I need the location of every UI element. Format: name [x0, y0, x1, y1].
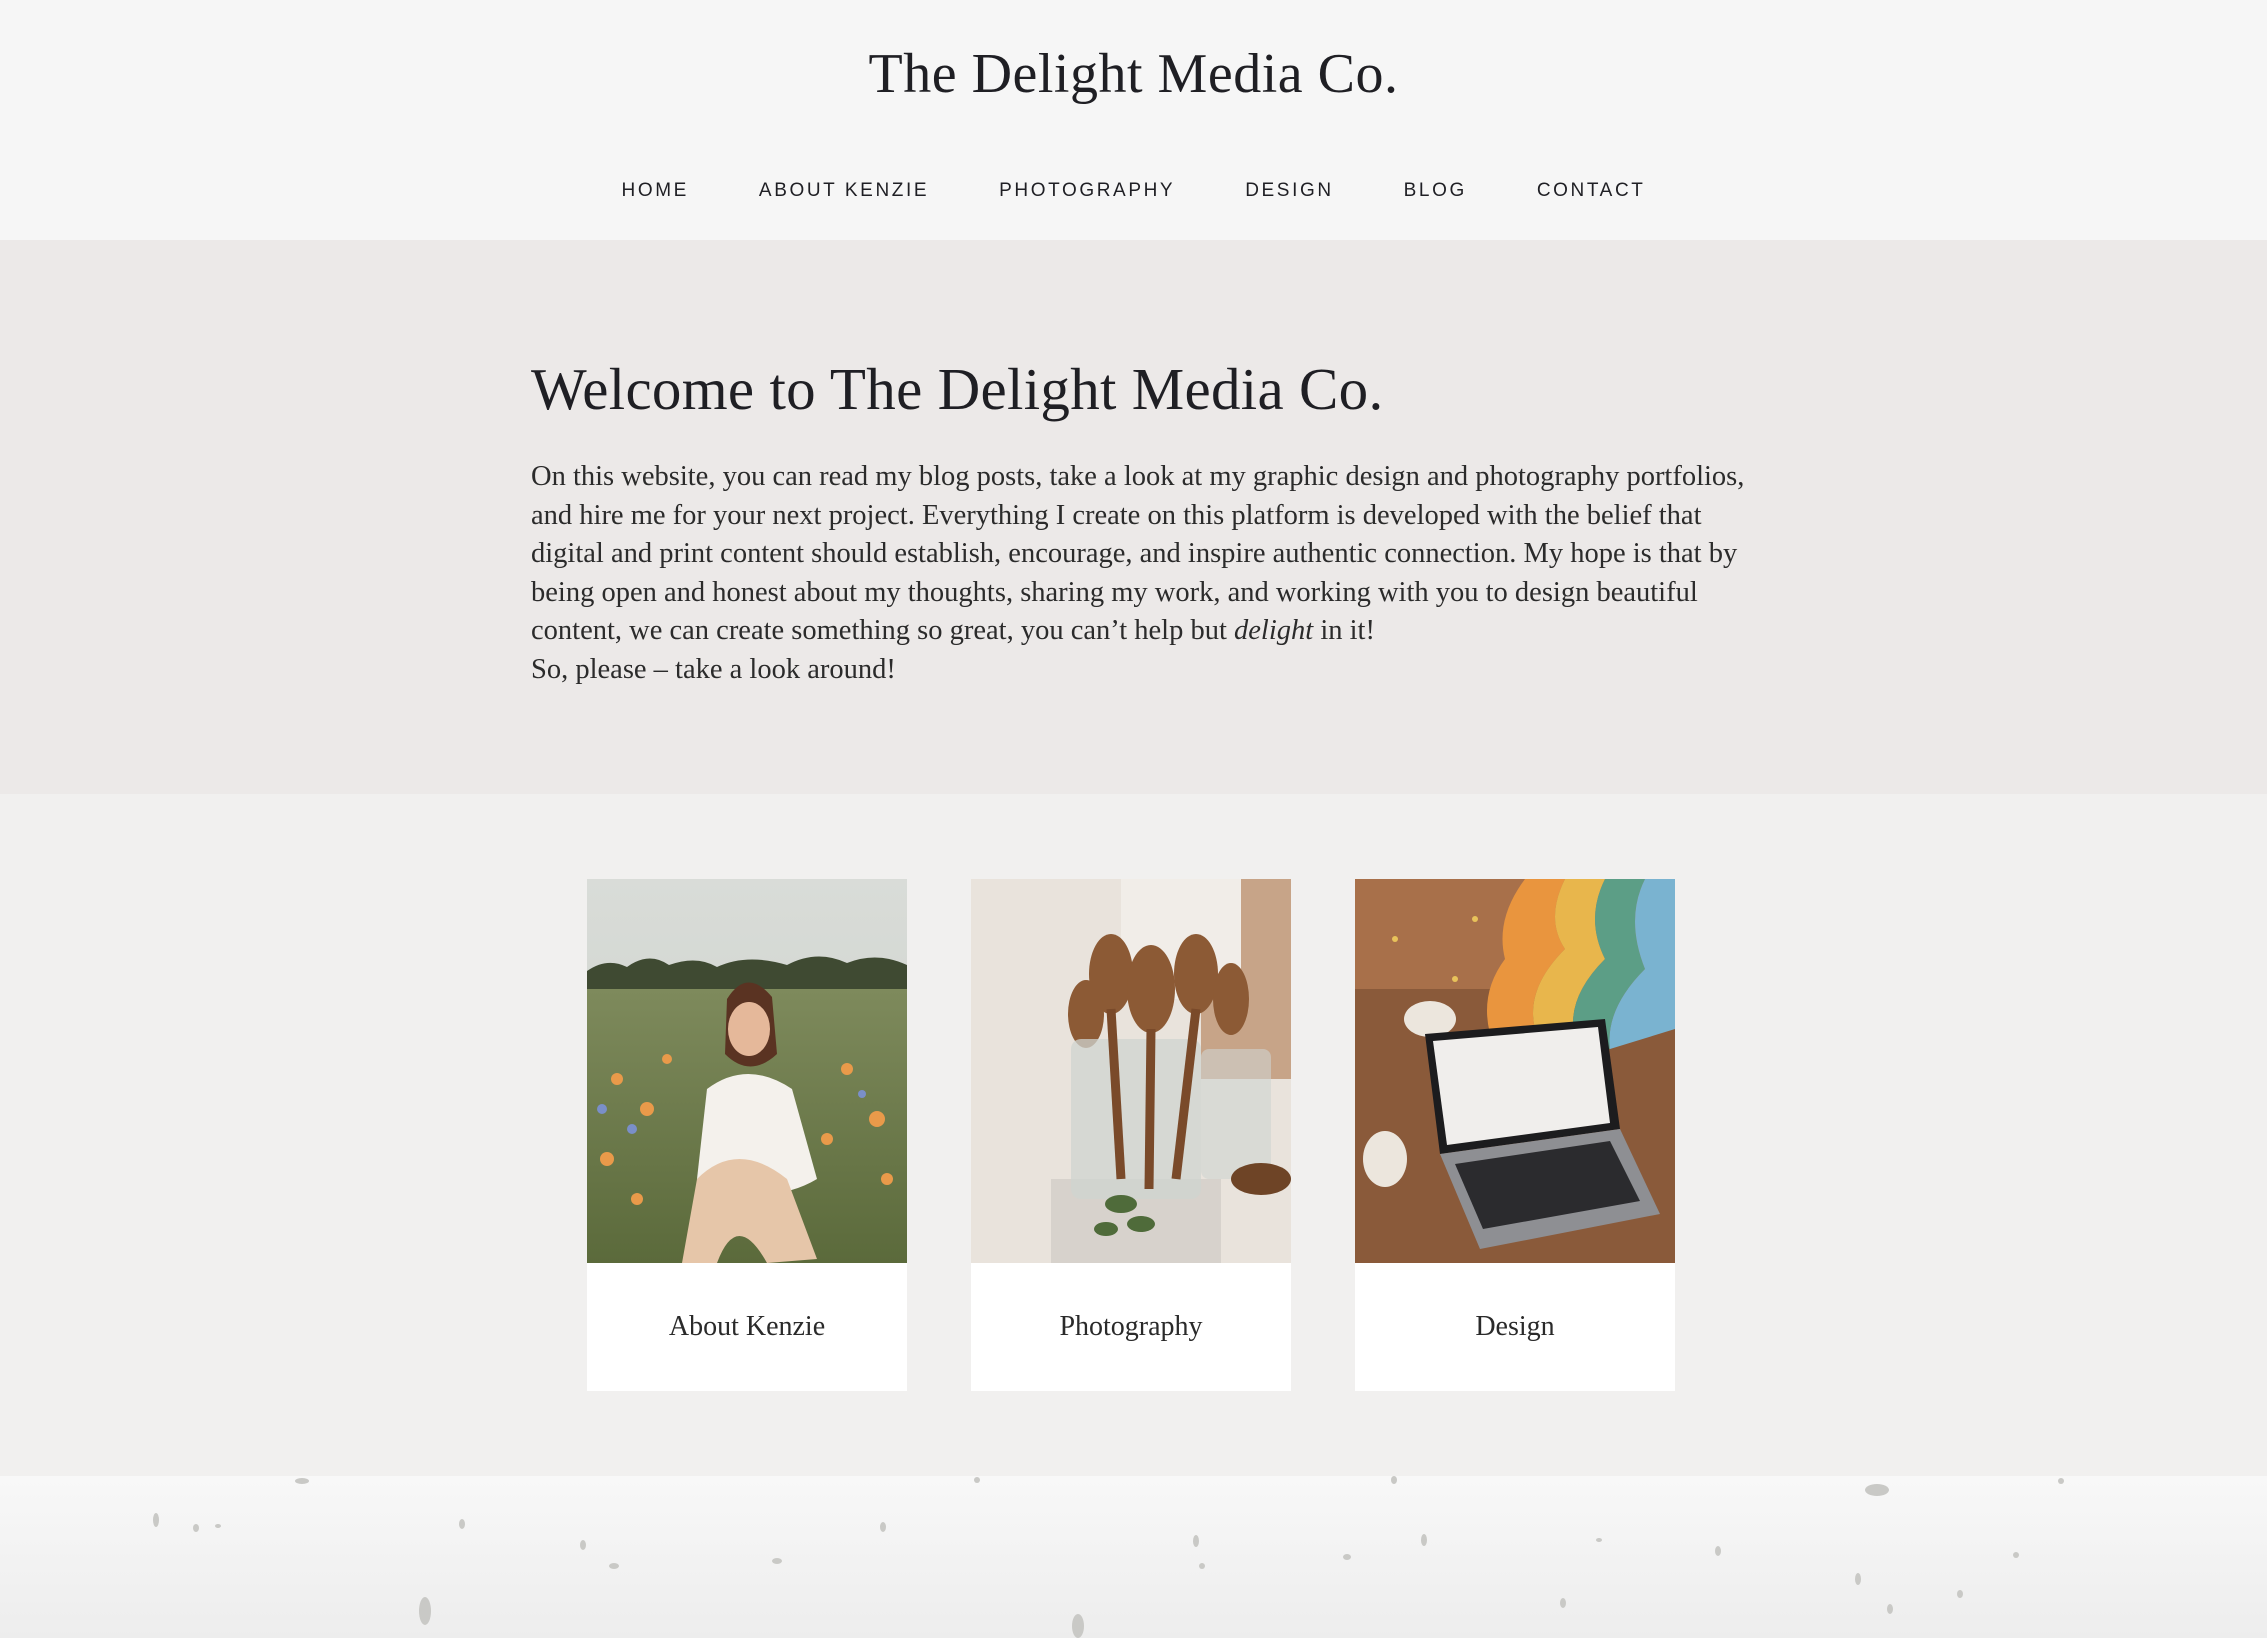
nav-item-photography[interactable]: PHOTOGRAPHY — [999, 180, 1175, 202]
nav-item-blog[interactable]: BLOG — [1404, 180, 1467, 202]
intro-section: Welcome to The Delight Media Co. On this… — [0, 240, 2267, 794]
nav-item-about-kenzie[interactable]: ABOUT KENZIE — [759, 180, 929, 202]
site-header: The Delight Media Co. HOME ABOUT KENZIE … — [0, 0, 2267, 240]
main-nav: HOME ABOUT KENZIE PHOTOGRAPHY DESIGN BLO… — [0, 180, 2267, 202]
intro-body: On this website, you can read my blog po… — [531, 458, 1751, 689]
portrait-photo[interactable] — [587, 879, 907, 1263]
nav-item-contact[interactable]: CONTACT — [1537, 180, 1646, 202]
wooden-spoons-photo[interactable] — [971, 879, 1291, 1263]
card-label[interactable]: About Kenzie — [587, 1263, 907, 1391]
intro-text-after: in it! — [1313, 615, 1375, 646]
intro-text-before: On this website, you can read my blog po… — [531, 461, 1745, 646]
card-label[interactable]: Design — [1355, 1263, 1675, 1391]
card-photography[interactable]: Photography — [971, 879, 1291, 1391]
intro-heading: Welcome to The Delight Media Co. — [531, 356, 1384, 422]
intro-closing-line: So, please – take a look around! — [531, 653, 896, 685]
card-label[interactable]: Photography — [971, 1263, 1291, 1391]
cards-section: About Kenzie Photography Design — [0, 794, 2267, 1476]
nav-item-home[interactable]: HOME — [622, 180, 689, 202]
footer-speckle-band — [0, 1476, 2267, 1638]
laptop-desk-illustration[interactable] — [1355, 879, 1675, 1263]
intro-emphasis: delight — [1234, 615, 1314, 646]
nav-item-design[interactable]: DESIGN — [1245, 180, 1333, 202]
card-about-kenzie[interactable]: About Kenzie — [587, 879, 907, 1391]
site-title[interactable]: The Delight Media Co. — [0, 42, 2267, 106]
intro-paragraph: On this website, you can read my blog po… — [531, 458, 1751, 651]
card-design[interactable]: Design — [1355, 879, 1675, 1391]
